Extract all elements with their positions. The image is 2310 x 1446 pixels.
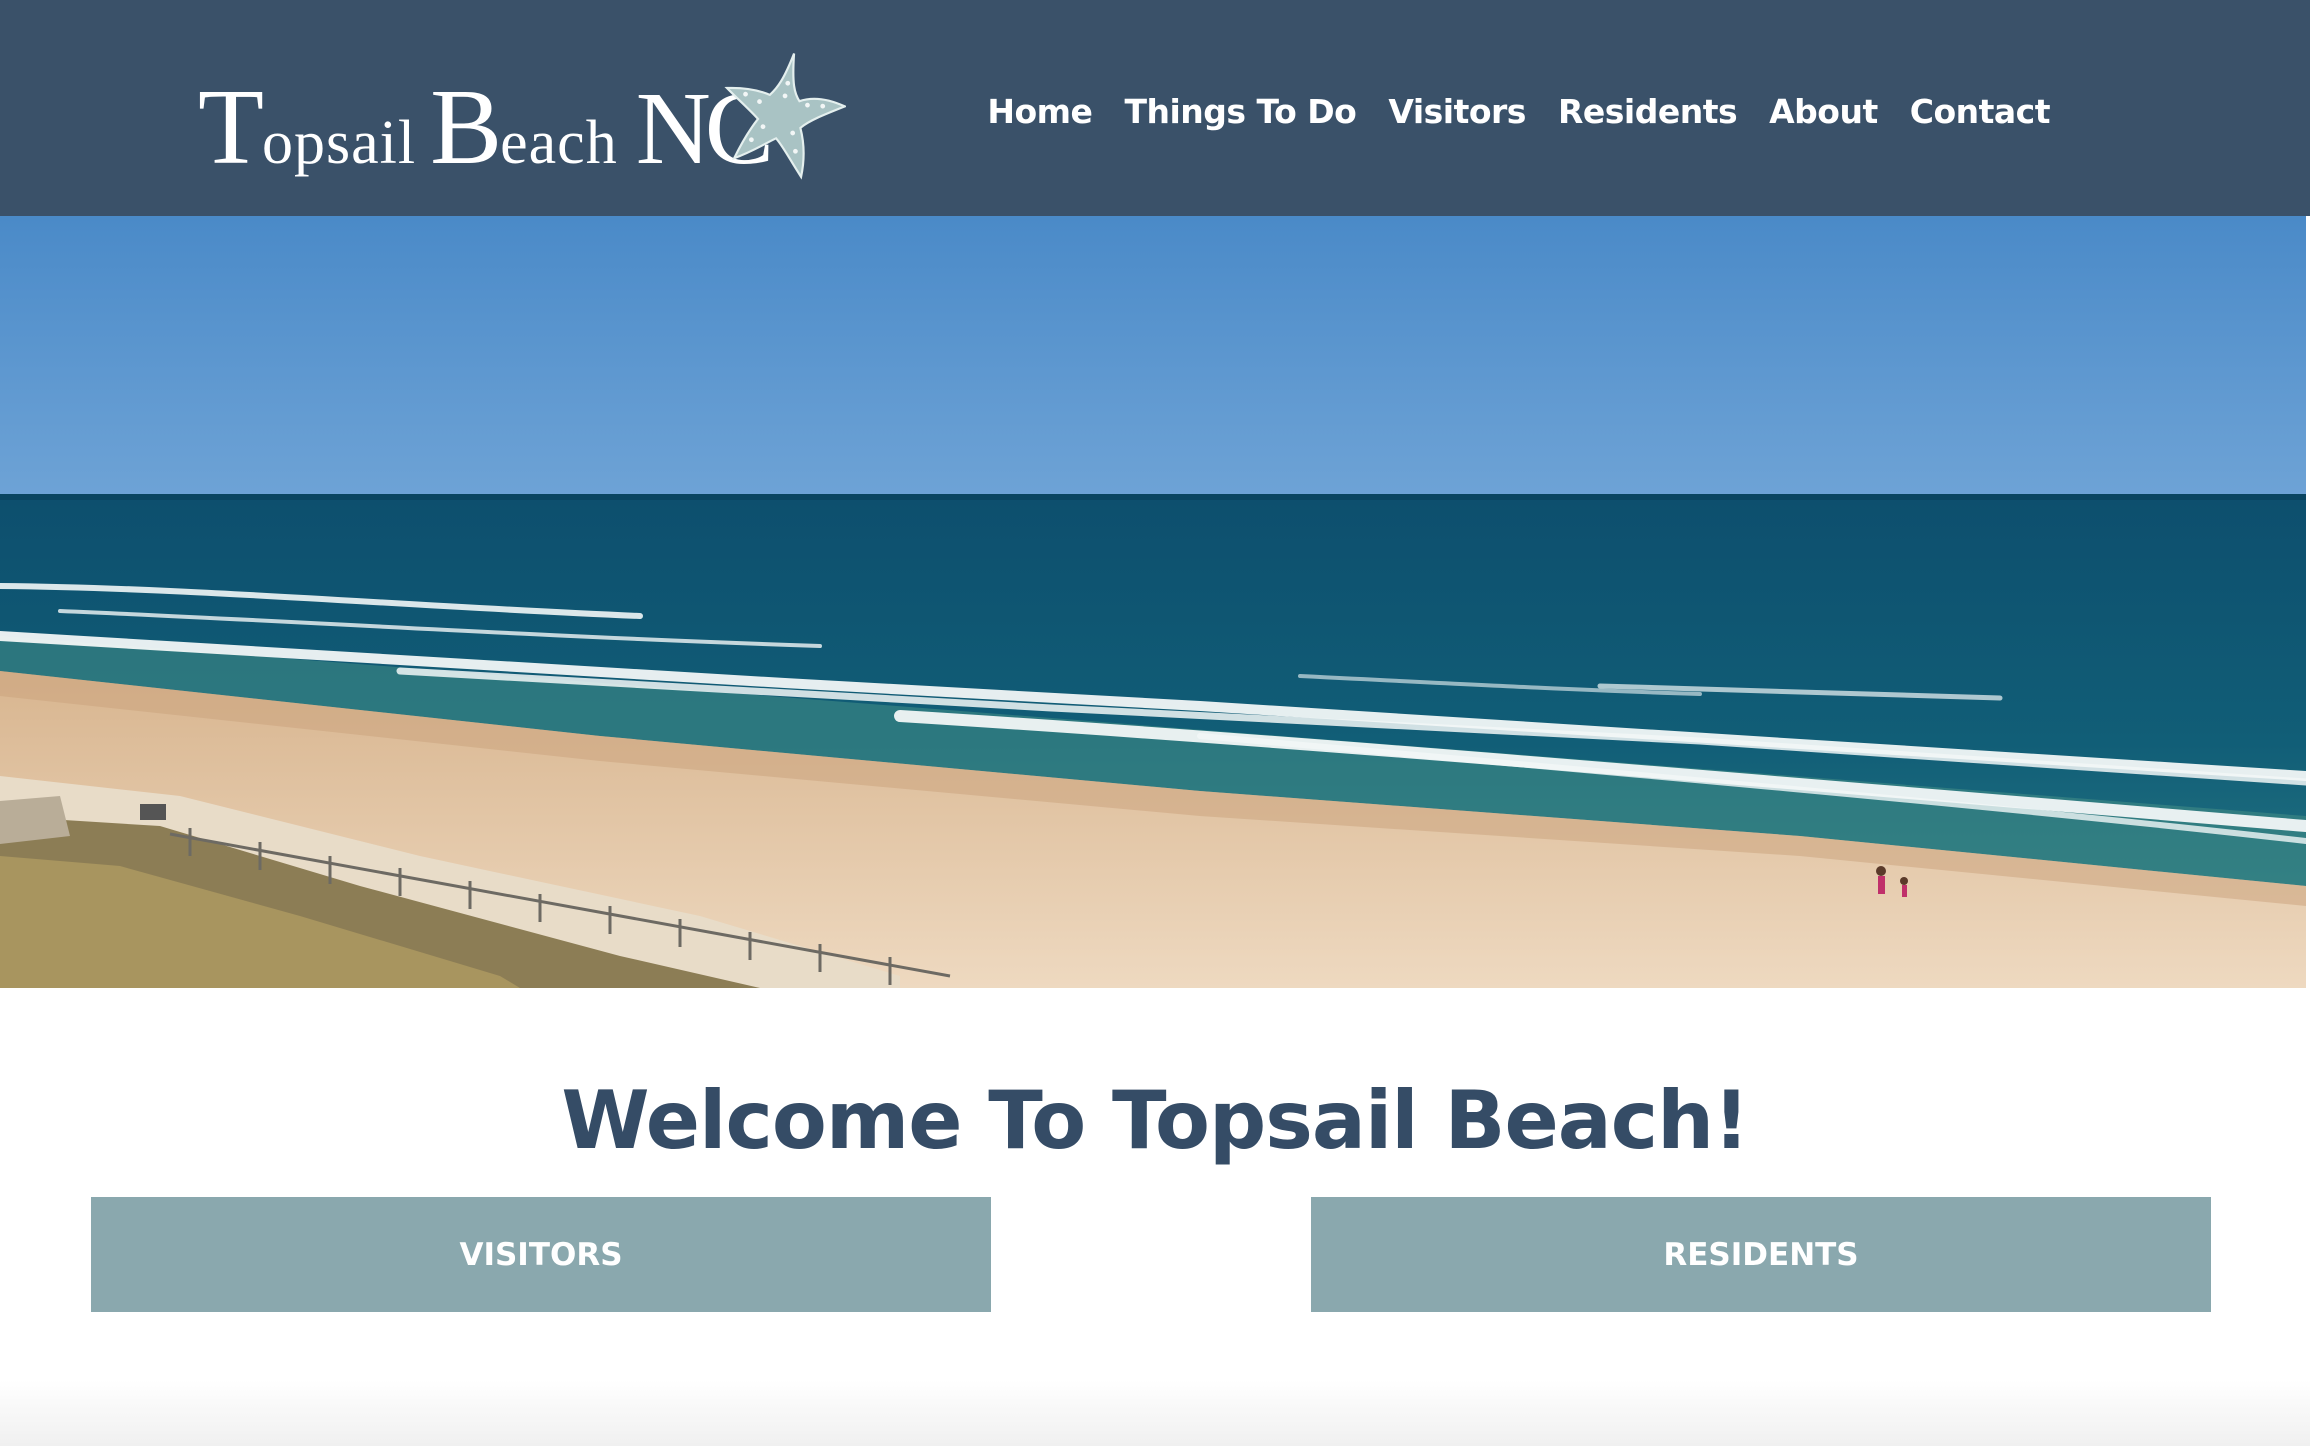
site-logo[interactable]: Topsail Beach NC [198, 50, 848, 190]
nav-visitors[interactable]: Visitors [1388, 92, 1526, 131]
hero-beach-image [0, 216, 2306, 988]
visitors-button[interactable]: VISITORS [91, 1197, 991, 1312]
main-nav: Home Things To Do Visitors Residents Abo… [987, 92, 2050, 131]
logo-text: Topsail Beach NC [198, 68, 774, 187]
starfish-icon [724, 53, 846, 180]
nav-contact[interactable]: Contact [1910, 92, 2051, 131]
page-title: Welcome To Topsail Beach! [561, 1073, 1749, 1167]
nav-residents[interactable]: Residents [1558, 92, 1738, 131]
nav-things-to-do[interactable]: Things To Do [1124, 92, 1356, 131]
nav-home[interactable]: Home [987, 92, 1093, 131]
beach-photo [0, 216, 2306, 988]
residents-button[interactable]: RESIDENTS [1311, 1197, 2211, 1312]
site-header: Topsail Beach NC Home Things To Do Visit… [0, 0, 2310, 216]
page-bottom-fade [0, 1380, 2310, 1446]
nav-about[interactable]: About [1769, 92, 1878, 131]
